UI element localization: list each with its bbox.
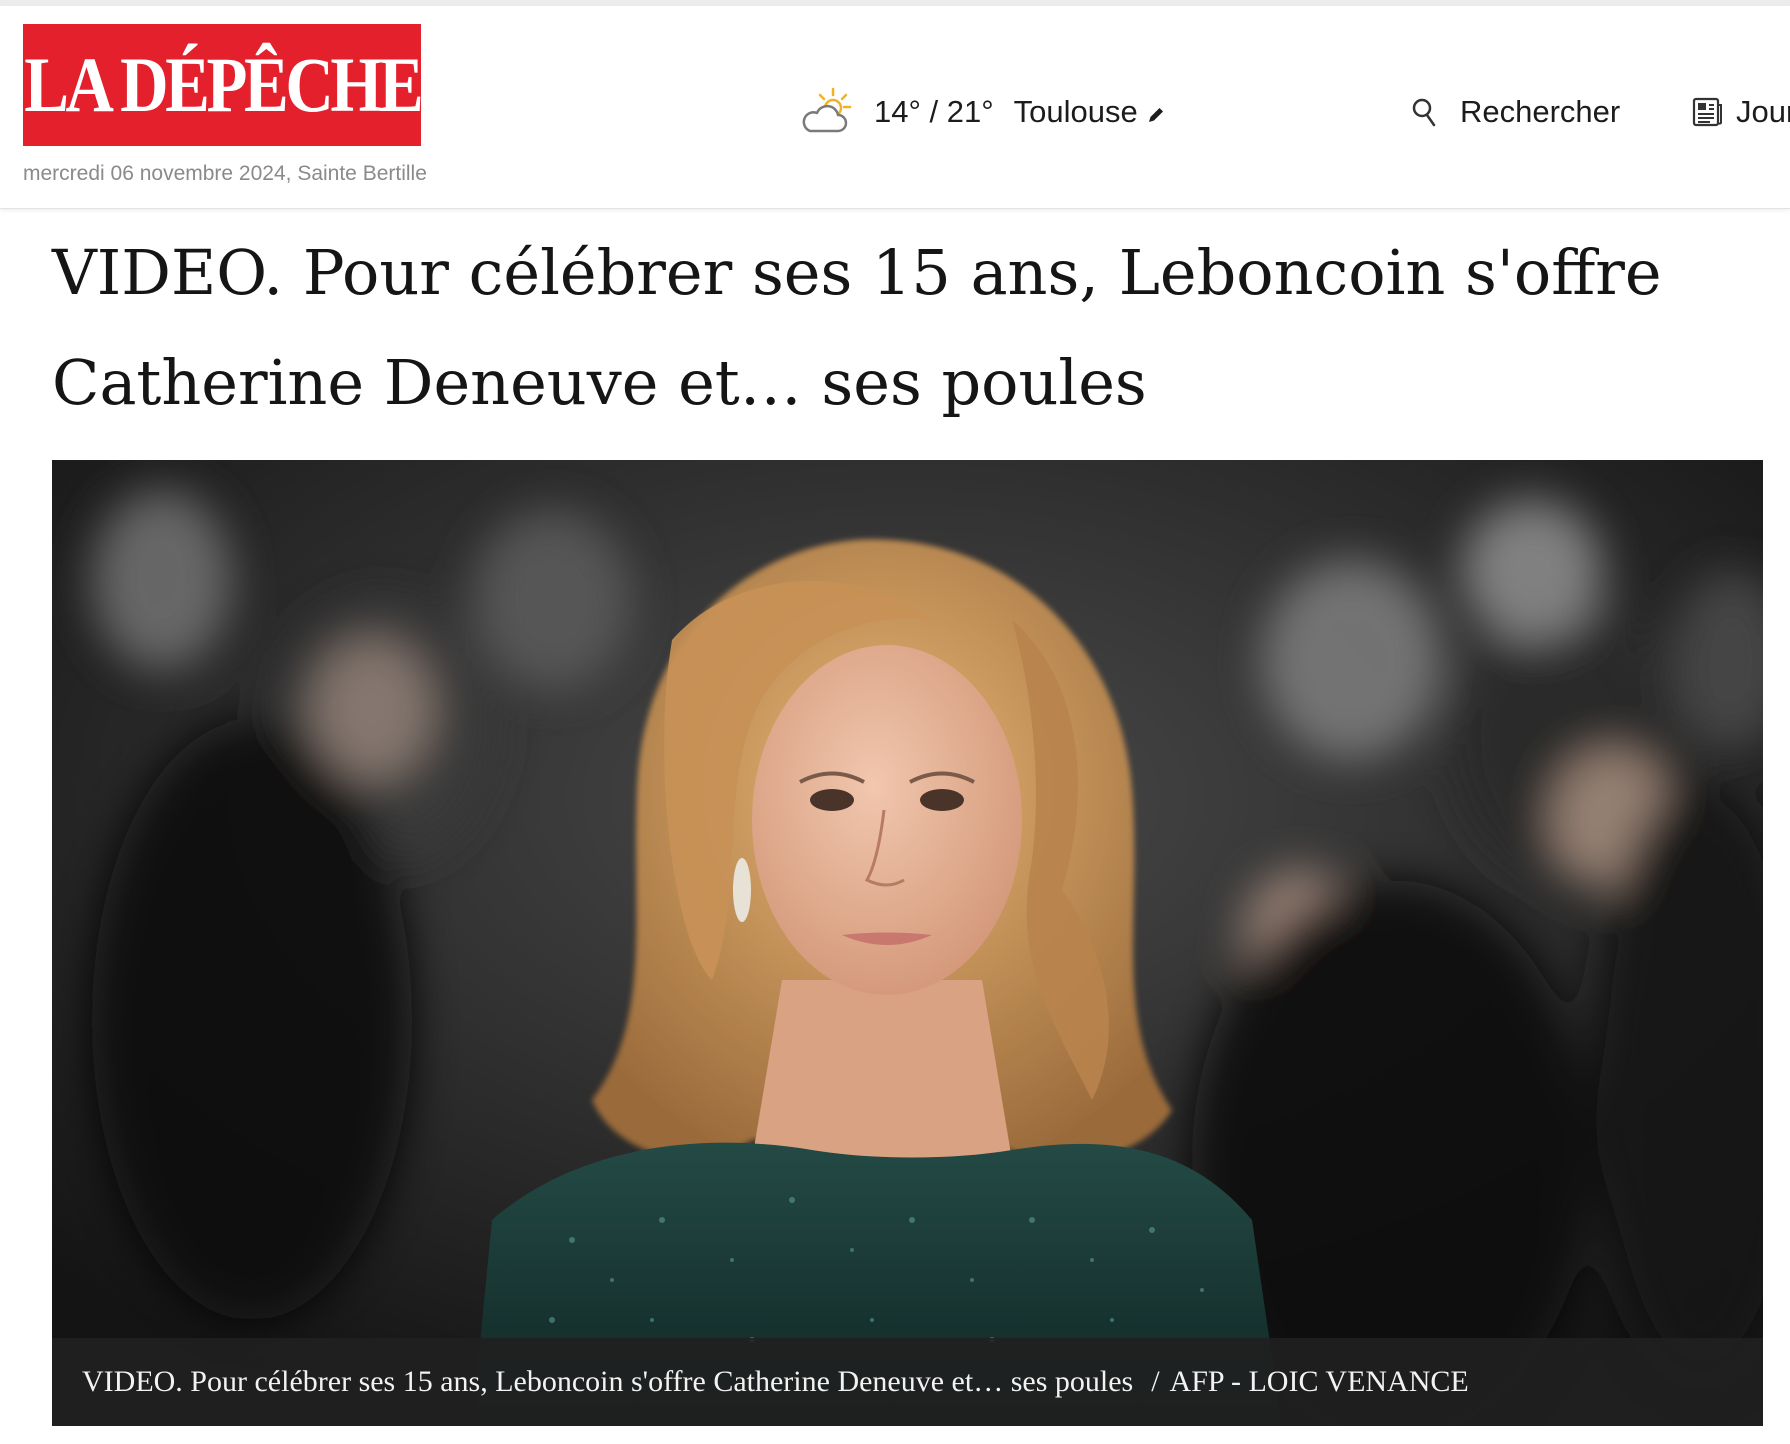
- journal-label: Journal: [1736, 94, 1790, 129]
- search-icon: [1412, 98, 1436, 127]
- site-logo[interactable]: LA DÉPÊCHE: [23, 24, 424, 146]
- newspaper-icon: [1692, 97, 1722, 127]
- weather-temps: 14° / 21°: [874, 94, 994, 129]
- caption-separator: /: [1151, 1365, 1160, 1398]
- photo-illustration: [52, 460, 1763, 1426]
- photo-caption: VIDEO. Pour célébrer ses 15 ans, Lebonco…: [52, 1338, 1763, 1426]
- journal-link[interactable]: Journal: [1690, 90, 1790, 134]
- site-header: LA DÉPÊCHE mercredi 06 novembre 2024, Sa…: [0, 6, 1790, 209]
- caption-text: VIDEO. Pour célébrer ses 15 ans, Lebonco…: [82, 1365, 1134, 1398]
- article-headline: VIDEO. Pour célébrer ses 15 ans, Lebonco…: [52, 236, 1662, 419]
- weather-widget[interactable]: 14° / 21° Toulouse: [800, 86, 1166, 138]
- partly-cloudy-icon: [802, 87, 852, 133]
- date-line: mercredi 06 novembre 2024, Sainte Bertil…: [23, 162, 427, 185]
- logo-text: LA DÉPÊCHE: [23, 41, 424, 128]
- pencil-icon[interactable]: [1146, 105, 1166, 125]
- search-button[interactable]: Rechercher: [1410, 90, 1620, 134]
- photo-credit: AFP - LOIC VENANCE: [1169, 1365, 1469, 1398]
- search-label: Rechercher: [1460, 94, 1621, 129]
- article-photo[interactable]: VIDEO. Pour célébrer ses 15 ans, Lebonco…: [52, 460, 1763, 1426]
- weather-city: Toulouse: [1013, 94, 1138, 129]
